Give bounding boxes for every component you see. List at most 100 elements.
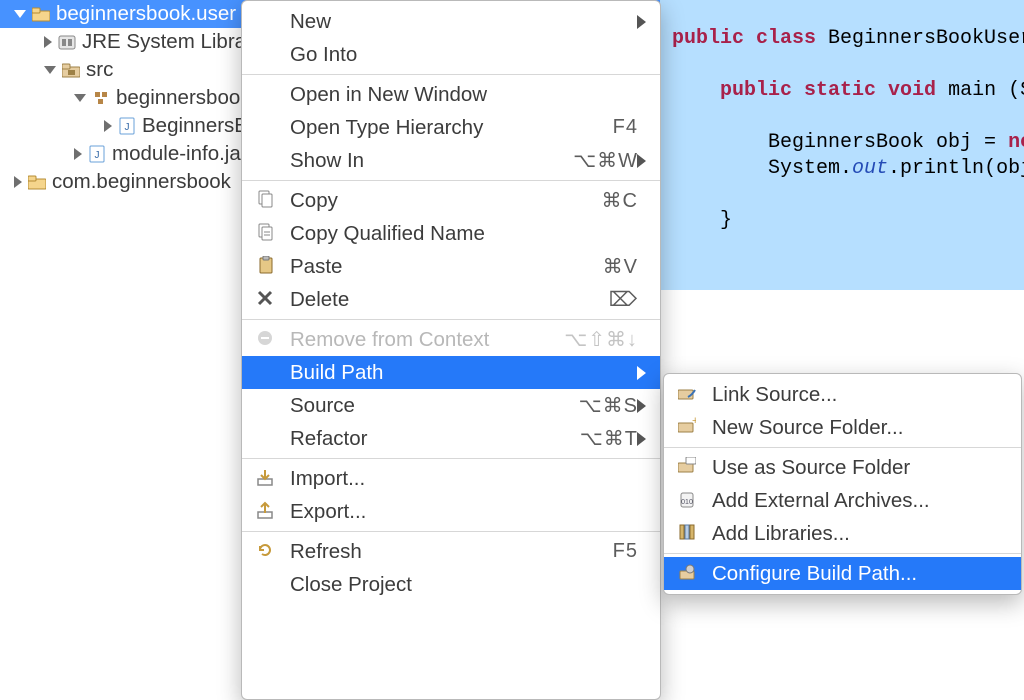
- menu-shortcut: ⌦: [609, 287, 638, 312]
- menu-shortcut: ⌘C: [602, 188, 638, 213]
- menu-item-label: Add Libraries...: [712, 522, 999, 546]
- menu-item-import[interactable]: Import...: [242, 462, 660, 495]
- menu-shortcut: ⌘V: [603, 254, 638, 279]
- menu-item-paste[interactable]: Paste ⌘V: [242, 250, 660, 283]
- menu-item-label: Open Type Hierarchy: [290, 116, 599, 140]
- menu-shortcut: F5: [613, 540, 638, 563]
- chevron-right-icon[interactable]: [44, 36, 52, 48]
- project-icon: [32, 5, 50, 23]
- menu-item-go-into[interactable]: Go Into: [242, 38, 660, 71]
- menu-item-build-path[interactable]: Build Path: [242, 356, 660, 389]
- menu-item-add-external-archives[interactable]: Add External Archives...: [664, 484, 1021, 517]
- code-field: out: [852, 157, 888, 180]
- menu-item-label: Go Into: [290, 43, 638, 67]
- use-src-icon: [678, 457, 700, 479]
- menu-shortcut: ⌥⌘T: [580, 426, 638, 451]
- menu-shortcut: F4: [613, 116, 638, 139]
- libraries-icon: [678, 523, 700, 545]
- remove-icon: [256, 329, 278, 351]
- archives-icon: [678, 490, 700, 512]
- submenu-arrow-icon: [637, 15, 646, 29]
- submenu-arrow-icon: [637, 154, 646, 168]
- menu-item-label: New: [290, 10, 638, 34]
- menu-item-show-in[interactable]: Show In⌥⌘W: [242, 144, 660, 177]
- menu-item-configure-build-path[interactable]: Configure Build Path...: [664, 557, 1021, 590]
- menu-item-label: Refactor: [290, 427, 566, 451]
- code-text: BeginnersBookUser {: [816, 27, 1024, 50]
- paste-icon: [256, 256, 278, 278]
- menu-item-use-as-source-folder[interactable]: Use as Source Folder: [664, 451, 1021, 484]
- menu-item-refactor[interactable]: Refactor ⌥⌘T: [242, 422, 660, 455]
- menu-item-remove-from-context: Remove from Context ⌥⇧⌘↓: [242, 323, 660, 356]
- context-menu[interactable]: NewGo IntoOpen in New WindowOpen Type Hi…: [241, 0, 661, 700]
- menu-item-delete[interactable]: Delete⌦: [242, 283, 660, 316]
- menu-item-label: Export...: [290, 500, 638, 524]
- menu-item-label: Close Project: [290, 573, 638, 597]
- src-folder-icon: [62, 61, 80, 79]
- menu-item-open-in-new-window[interactable]: Open in New Window: [242, 78, 660, 111]
- code-keyword: public class: [672, 27, 816, 50]
- menu-item-link-source[interactable]: Link Source...: [664, 378, 1021, 411]
- menu-item-copy-qualified-name[interactable]: Copy Qualified Name: [242, 217, 660, 250]
- code-text: BeginnersBook obj =: [768, 131, 1008, 154]
- copy-icon: [256, 190, 278, 212]
- tree-item-label: BeginnersB: [142, 114, 248, 138]
- project-icon: [28, 173, 46, 191]
- menu-item-label: Copy Qualified Name: [290, 222, 638, 246]
- code-keyword: public static void: [720, 79, 936, 102]
- chevron-down-icon[interactable]: [44, 66, 56, 74]
- menu-separator: [242, 74, 660, 75]
- menu-item-label: New Source Folder...: [712, 416, 999, 440]
- menu-item-source[interactable]: Source⌥⌘S: [242, 389, 660, 422]
- menu-separator: [242, 458, 660, 459]
- submenu-arrow-icon: [637, 366, 646, 380]
- tree-item-label: beginnersbook.user: [56, 2, 236, 26]
- menu-shortcut: ⌥⌘W: [573, 148, 638, 173]
- menu-item-export[interactable]: Export...: [242, 495, 660, 528]
- copy-qn-icon: [256, 223, 278, 245]
- menu-separator: [242, 319, 660, 320]
- build-path-submenu[interactable]: Link Source... New Source Folder... Use as…: [663, 373, 1022, 595]
- code-text: .println(obj.wel: [888, 157, 1024, 180]
- chevron-right-icon[interactable]: [74, 148, 82, 160]
- menu-item-label: Configure Build Path...: [712, 562, 999, 586]
- tree-item-label: beginnersbook: [116, 86, 251, 110]
- new-src-icon: [678, 417, 700, 439]
- java-file-icon: [118, 117, 136, 135]
- menu-separator: [664, 447, 1021, 448]
- chevron-down-icon[interactable]: [14, 10, 26, 18]
- tree-item-label: src: [86, 58, 113, 82]
- menu-item-copy[interactable]: Copy ⌘C: [242, 184, 660, 217]
- menu-item-label: Use as Source Folder: [712, 456, 999, 480]
- java-file-icon: [88, 145, 106, 163]
- chevron-right-icon[interactable]: [14, 176, 22, 188]
- export-icon: [256, 501, 278, 523]
- menu-item-close-project[interactable]: Close Project: [242, 568, 660, 601]
- jre-icon: [58, 33, 76, 51]
- menu-item-label: Remove from Context: [290, 328, 550, 352]
- menu-item-label: Paste: [290, 255, 589, 279]
- menu-item-new[interactable]: New: [242, 5, 660, 38]
- code-editor[interactable]: public class BeginnersBookUser { public …: [660, 0, 1024, 290]
- config-icon: [678, 563, 700, 585]
- menu-item-refresh[interactable]: Refresh F5: [242, 535, 660, 568]
- chevron-right-icon[interactable]: [104, 120, 112, 132]
- menu-item-label: Copy: [290, 189, 588, 213]
- menu-separator: [664, 553, 1021, 554]
- menu-item-label: Import...: [290, 467, 638, 491]
- menu-item-new-source-folder[interactable]: New Source Folder...: [664, 411, 1021, 444]
- tree-item-label: JRE System Libra: [82, 30, 246, 54]
- menu-shortcut: ⌥⇧⌘↓: [564, 327, 638, 352]
- menu-item-open-type-hierarchy[interactable]: Open Type Hierarchy F4: [242, 111, 660, 144]
- chevron-down-icon[interactable]: [74, 94, 86, 102]
- refresh-icon: [256, 541, 278, 563]
- menu-item-label: Add External Archives...: [712, 489, 999, 513]
- menu-item-add-libraries[interactable]: Add Libraries...: [664, 517, 1021, 550]
- submenu-arrow-icon: [637, 399, 646, 413]
- menu-item-label: Refresh: [290, 540, 599, 564]
- menu-item-label: Build Path: [290, 361, 638, 385]
- submenu-arrow-icon: [637, 432, 646, 446]
- menu-item-label: Link Source...: [712, 383, 999, 407]
- import-icon: [256, 468, 278, 490]
- menu-shortcut: ⌥⌘S: [579, 393, 638, 418]
